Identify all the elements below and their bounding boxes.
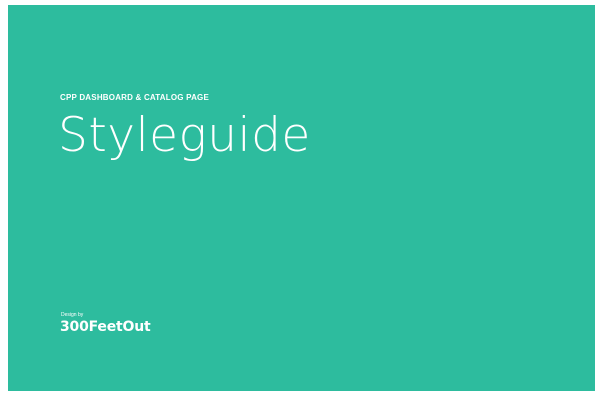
credit-brand-logo: 300FeetOut <box>60 319 151 335</box>
cover-subtitle: CPP DASHBOARD & CATALOG PAGE <box>60 93 210 102</box>
cover-slide: CPP DASHBOARD & CATALOG PAGE Styleguide … <box>8 5 595 391</box>
cover-title: Styleguide <box>58 108 311 163</box>
credit-label: Design by <box>61 312 84 318</box>
